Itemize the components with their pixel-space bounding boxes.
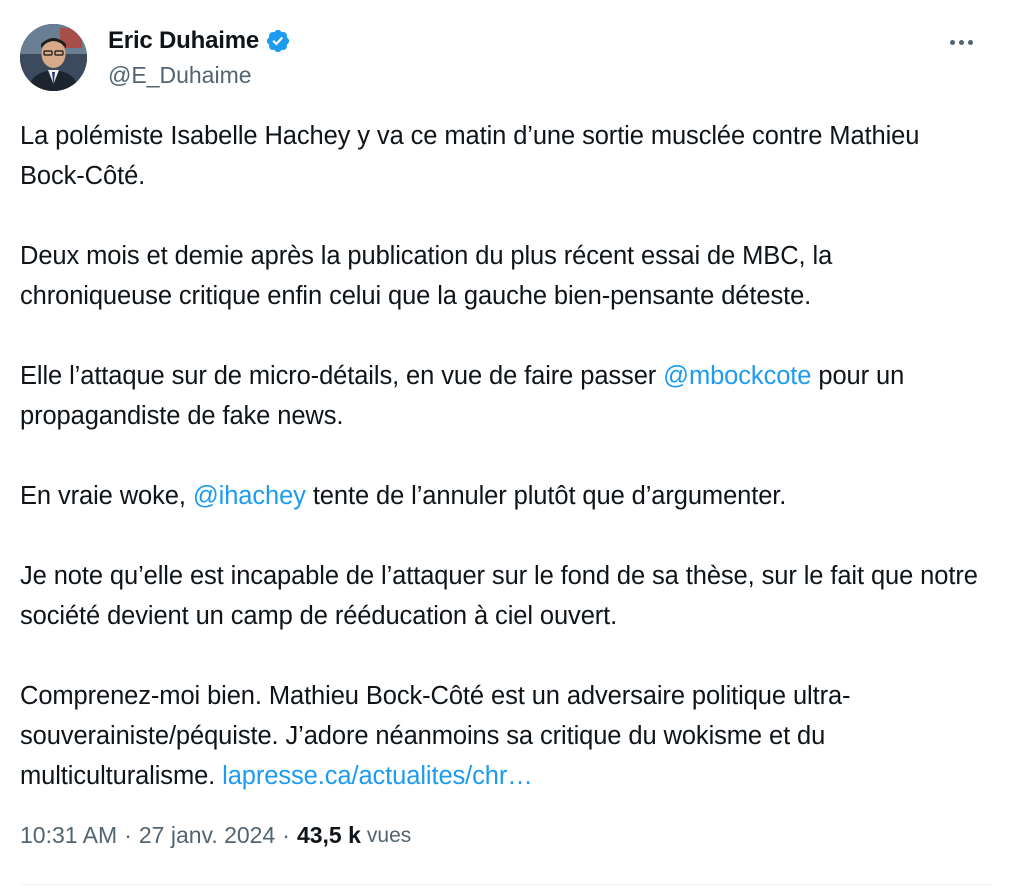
tweet-time[interactable]: 10:31 AM [20, 822, 117, 849]
mention-mbockcote[interactable]: @mbockcote [663, 362, 811, 390]
tweet-text: La polémiste Isabelle Hachey y va ce mat… [20, 116, 990, 796]
tweet-paragraph-5: Je note qu’elle est incapable de l’attaq… [20, 562, 978, 630]
tweet-paragraph-4: En vraie woke, @ihachey tente de l’annul… [20, 476, 990, 516]
verified-badge-icon[interactable] [265, 28, 291, 54]
name-row: Eric Duhaime [108, 24, 291, 58]
more-dot [958, 39, 964, 45]
views-count[interactable]: 43,5 k [297, 822, 361, 849]
tweet-date[interactable]: 27 janv. 2024 [139, 822, 275, 849]
profile-avatar[interactable] [20, 24, 87, 91]
tweet-card: Eric Duhaime @E_Duhaime La polémiste Isa… [0, 0, 1012, 890]
tweet-paragraph-2: Deux mois et demie après la publication … [20, 242, 833, 310]
mention-ihachey[interactable]: @ihachey [193, 482, 306, 510]
paragraph-text: En vraie woke, [20, 482, 193, 510]
author-handle[interactable]: @E_Duhaime [108, 62, 291, 89]
paragraph-text: Elle l’attaque sur de micro-détails, en … [20, 362, 664, 390]
paragraph-text: tente de l’annuler plutôt que d’argument… [305, 482, 787, 510]
tweet-paragraph-6: Comprenez-moi bien. Mathieu Bock-Côté es… [20, 676, 990, 796]
tweet-paragraph-3: Elle l’attaque sur de micro-détails, en … [20, 356, 990, 436]
tweet-paragraph-1: La polémiste Isabelle Hachey y va ce mat… [20, 122, 920, 190]
tweet-header: Eric Duhaime @E_Duhaime [20, 22, 992, 94]
more-dot [949, 39, 955, 45]
views-label: vues [366, 823, 412, 847]
meta-separator: · [282, 822, 290, 848]
more-options-icon[interactable] [944, 28, 978, 56]
more-dot [967, 39, 973, 45]
meta-separator: · [124, 822, 132, 848]
tweet-meta: 10:31 AM · 27 janv. 2024 · 43,5 k vues [20, 822, 411, 849]
article-link[interactable]: lapresse.ca/actualites/chr… [222, 762, 533, 790]
divider [20, 884, 992, 885]
author-display-name[interactable]: Eric Duhaime [108, 27, 259, 55]
author-names: Eric Duhaime @E_Duhaime [108, 24, 291, 89]
